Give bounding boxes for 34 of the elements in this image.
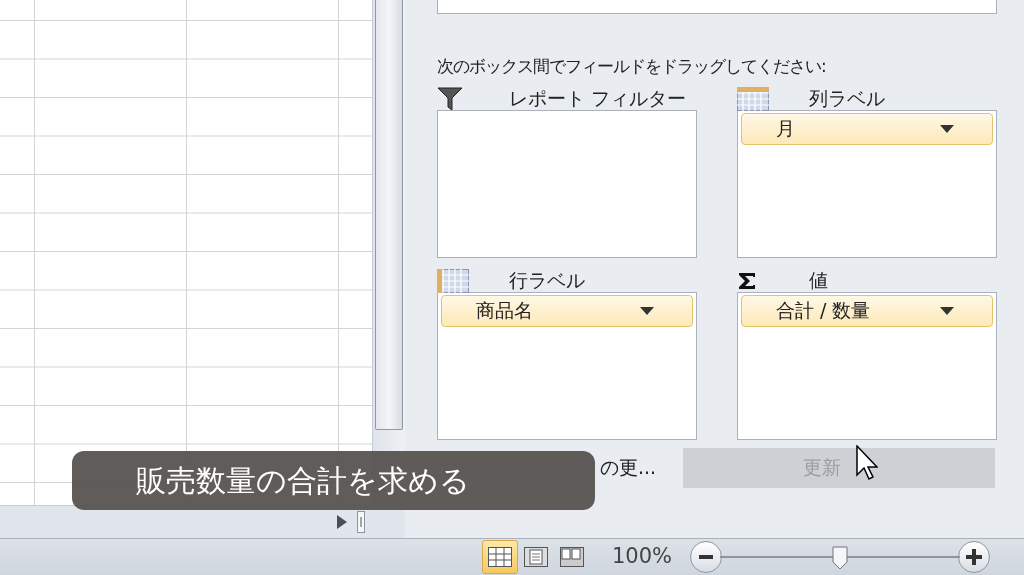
area-label: 列ラベル	[809, 86, 885, 112]
zoom-in-button[interactable]	[958, 541, 991, 573]
dropdown-icon[interactable]	[940, 306, 954, 315]
plus-icon	[966, 549, 983, 565]
drop-area[interactable]: 合計 / 数量	[737, 291, 997, 440]
sigma-icon	[737, 270, 757, 291]
dropdown-icon[interactable]	[940, 124, 954, 133]
split-handle-icon[interactable]	[357, 511, 365, 533]
area-label: 行ラベル	[509, 268, 585, 294]
view-button[interactable]	[482, 540, 518, 574]
area-label: レポート フィルター	[509, 86, 687, 112]
scroll-right-icon[interactable]	[337, 515, 347, 529]
zoom-level[interactable]: 100%	[612, 541, 673, 573]
row-grid-icon	[437, 268, 469, 293]
caption-toast: 販売数量の合計を求める	[72, 451, 595, 510]
scroll-thumb[interactable]	[375, 0, 403, 430]
slider-thumb[interactable]	[832, 545, 849, 569]
instruction-text: 次のボックス間でフィールドをドラッグしてください:	[437, 55, 827, 78]
drop-area[interactable]: 月	[737, 109, 997, 258]
field-chip[interactable]: 月	[741, 112, 993, 145]
defer-update-label: の更...	[600, 455, 658, 481]
grid-view-icon	[488, 547, 512, 567]
column-grid-icon	[737, 86, 769, 111]
zoom-out-button[interactable]	[690, 541, 723, 573]
field-chip[interactable]: 合計 / 数量	[741, 294, 993, 327]
page-icon	[524, 547, 548, 567]
dropdown-icon[interactable]	[640, 306, 654, 315]
field-chip[interactable]: 商品名	[441, 294, 693, 327]
area-label: 値	[809, 268, 828, 294]
drop-area[interactable]: 商品名	[437, 291, 697, 440]
mouse-cursor-icon	[856, 445, 878, 481]
page-break-icon	[560, 547, 584, 567]
filter-icon	[437, 86, 463, 111]
minus-icon	[699, 555, 714, 559]
